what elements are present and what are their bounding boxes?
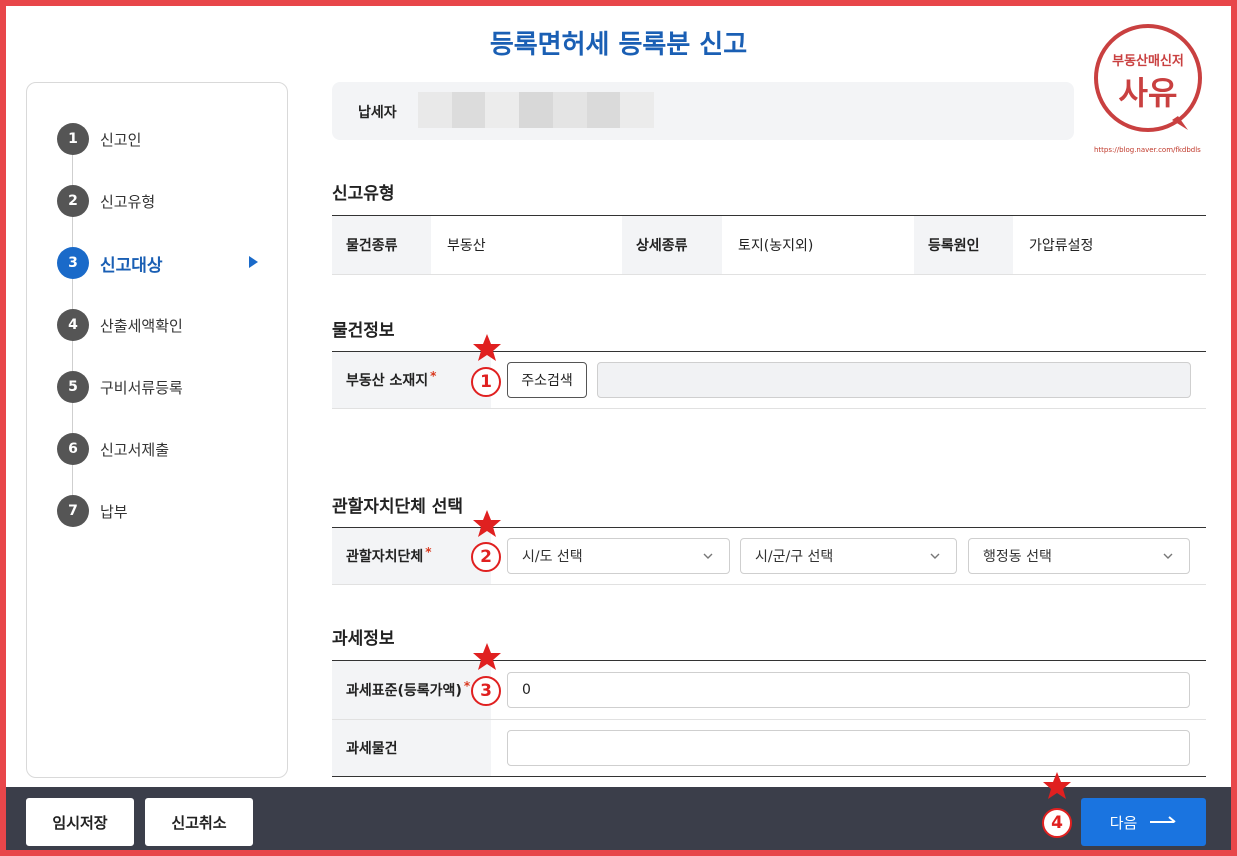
tax-base-input[interactable]: 0 [507, 672, 1190, 708]
step-item-5[interactable]: 5 구비서류등록 [57, 371, 183, 403]
annotation-number-1: 1 [471, 367, 501, 397]
detail-kind-label: 상세종류 [622, 216, 722, 274]
city-select[interactable]: 시/군/구 선택 [740, 538, 957, 574]
property-location-label-text: 부동산 소재지 [346, 373, 429, 389]
payer-label: 납세자 [358, 105, 397, 121]
address-field[interactable] [597, 362, 1191, 398]
next-button[interactable]: 다음 [1081, 798, 1206, 846]
step-label: 신고인 [100, 130, 142, 149]
badge-line2: 사유 [1119, 74, 1178, 112]
tax-object-label: 과세물건 [332, 720, 491, 776]
step-number: 1 [57, 123, 89, 155]
step-item-6[interactable]: 6 신고서제출 [57, 433, 169, 465]
blog-url: https://blog.naver.com/fkdbdls [1094, 146, 1201, 154]
step-item-3[interactable]: 3 신고대상 [57, 247, 258, 279]
divider [332, 584, 1206, 585]
required-mark: * [430, 369, 437, 383]
step-sidebar: 1 신고인 2 신고유형 3 신고대상 4 산출세액확인 5 구비서류등록 6 … [26, 82, 288, 778]
annotation-number-2: 2 [471, 542, 501, 572]
blog-badge-logo: 부동산매신저 사유 [1090, 20, 1206, 136]
province-select[interactable]: 시/도 선택 [507, 538, 730, 574]
page-frame: 등록면허세 등록분 신고 부동산매신저 사유 https://blog.nave… [6, 6, 1231, 850]
step-label: 납부 [100, 502, 128, 521]
page-title: 등록면허세 등록분 신고 [489, 30, 748, 60]
step-number: 5 [57, 371, 89, 403]
step-label: 구비서류등록 [100, 378, 183, 397]
payer-box: 납세자 [332, 82, 1074, 140]
chevron-down-icon [703, 553, 713, 559]
item-kind-value: 부동산 [447, 238, 486, 254]
dong-select-value: 행정동 선택 [983, 549, 1052, 565]
step-label: 신고대상 [100, 255, 163, 276]
reason-value: 가압류설정 [1029, 238, 1094, 254]
dong-select[interactable]: 행정동 선택 [968, 538, 1190, 574]
divider [332, 408, 1206, 409]
property-info-heading: 물건정보 [332, 321, 395, 341]
payer-name-redacted [418, 92, 655, 128]
step-number: 7 [57, 495, 89, 527]
step-number: 2 [57, 185, 89, 217]
tax-base-label: 과세표준(등록가액) * [332, 661, 491, 719]
badge-line1: 부동산매신저 [1112, 53, 1184, 69]
step-number: 3 [57, 247, 89, 279]
chevron-down-icon [930, 553, 940, 559]
star-annotation-icon [473, 334, 501, 361]
item-kind-label: 물건종류 [332, 216, 431, 274]
annotation-number-4: 4 [1042, 808, 1072, 838]
property-location-label: 부동산 소재지 * [332, 352, 491, 408]
step-item-4[interactable]: 4 산출세액확인 [57, 309, 183, 341]
step-item-7[interactable]: 7 납부 [57, 495, 128, 527]
step-item-2[interactable]: 2 신고유형 [57, 185, 155, 217]
jurisdiction-label: 관할자치단체 * [332, 528, 491, 584]
temp-save-button[interactable]: 임시저장 [26, 798, 134, 846]
step-label: 신고유형 [100, 192, 156, 211]
next-button-label: 다음 [1109, 813, 1138, 832]
step-label: 산출세액확인 [100, 316, 183, 335]
cancel-report-button[interactable]: 신고취소 [145, 798, 253, 846]
address-search-button[interactable]: 주소검색 [507, 362, 587, 398]
annotation-number-3: 3 [471, 676, 501, 706]
required-mark: * [425, 545, 432, 559]
report-type-row: 물건종류 부동산 상세종류 토지(농지외) 등록원인 가압류설정 [332, 216, 1206, 274]
divider [332, 776, 1206, 777]
reason-label: 등록원인 [914, 216, 1013, 274]
tax-object-input[interactable] [507, 730, 1190, 766]
province-select-value: 시/도 선택 [522, 549, 583, 565]
active-step-arrow-icon [249, 256, 258, 268]
jurisdiction-label-text: 관할자치단체 [346, 549, 424, 565]
star-annotation-icon [473, 510, 501, 537]
star-annotation-icon [1043, 772, 1071, 799]
step-item-1[interactable]: 1 신고인 [57, 123, 141, 155]
tax-base-label-text: 과세표준(등록가액) [346, 683, 462, 699]
star-annotation-icon [473, 643, 501, 670]
step-number: 6 [57, 433, 89, 465]
city-select-value: 시/군/구 선택 [755, 549, 834, 565]
report-type-heading: 신고유형 [332, 184, 395, 204]
required-mark: * [463, 679, 471, 693]
detail-kind-value: 토지(농지외) [738, 238, 814, 254]
divider [332, 274, 1206, 275]
step-number: 4 [57, 309, 89, 341]
chevron-down-icon [1163, 553, 1173, 559]
tax-info-heading: 과세정보 [332, 629, 395, 649]
step-label: 신고서제출 [100, 440, 170, 459]
jurisdiction-heading: 관할자치단체 선택 [332, 497, 464, 517]
arrow-right-icon [1150, 816, 1176, 823]
